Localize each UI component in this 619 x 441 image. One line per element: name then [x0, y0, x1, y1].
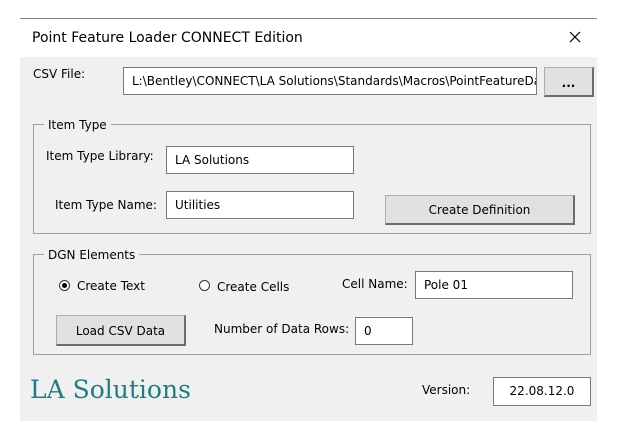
item-type-name-field[interactable]: Utilities [166, 191, 354, 219]
window-title: Point Feature Loader CONNECT Edition [32, 30, 303, 46]
load-csv-data-button[interactable]: Load CSV Data [56, 315, 186, 346]
dialog-window: Point Feature Loader CONNECT Edition CSV… [20, 18, 597, 421]
create-definition-button[interactable]: Create Definition [385, 195, 575, 225]
version-label: Version: [422, 383, 471, 397]
create-cells-label[interactable]: Create Cells [217, 280, 289, 294]
csv-file-label: CSV File: [33, 67, 86, 81]
csv-file-path-field[interactable]: L:\Bentley\CONNECT\LA Solutions\Standard… [123, 67, 537, 95]
title-bar: Point Feature Loader CONNECT Edition [20, 19, 597, 57]
create-cells-radio[interactable] [199, 280, 210, 291]
item-type-library-label: Item Type Library: [46, 149, 154, 163]
cell-name-field[interactable]: Pole 01 [415, 271, 573, 299]
la-solutions-logo: LA Solutions [30, 375, 191, 404]
item-type-group-label: Item Type [44, 118, 111, 132]
cell-name-label: Cell Name: [342, 277, 408, 291]
browse-button[interactable]: ... [544, 67, 594, 97]
data-rows-label: Number of Data Rows: [214, 322, 350, 336]
close-icon[interactable] [563, 25, 587, 49]
create-text-radio[interactable] [59, 280, 70, 291]
item-type-name-label: Item Type Name: [55, 198, 157, 212]
data-rows-field[interactable]: 0 [355, 317, 413, 345]
item-type-library-field[interactable]: LA Solutions [166, 146, 354, 174]
create-text-label[interactable]: Create Text [77, 279, 145, 293]
dgn-elements-group-label: DGN Elements [44, 248, 140, 262]
version-field: 22.08.12.0 [493, 377, 591, 406]
